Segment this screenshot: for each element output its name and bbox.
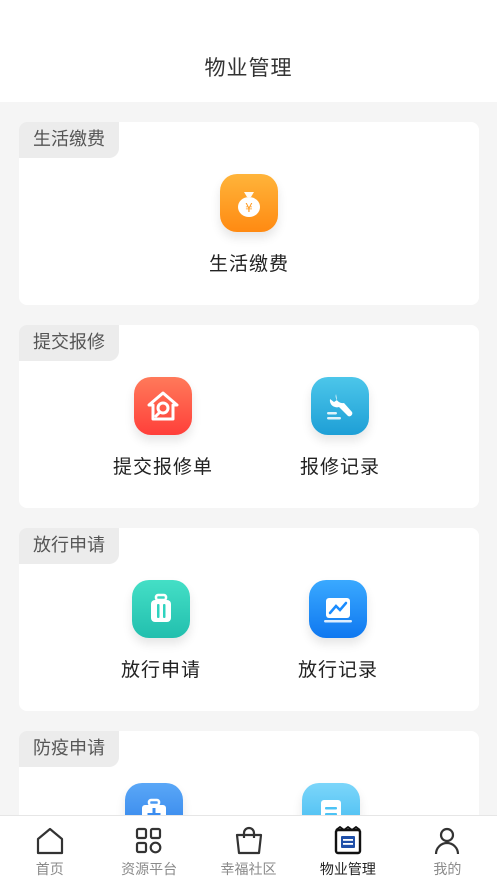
tab-label: 首页	[35, 862, 64, 878]
wrench-list-icon	[311, 377, 369, 435]
tab-property-management[interactable]: 物业管理	[298, 816, 397, 885]
section-tag: 提交报修	[19, 325, 119, 361]
tab-community[interactable]: 幸福社区	[199, 816, 298, 885]
item-label: 报修记录	[299, 456, 380, 478]
svg-text:¥: ¥	[245, 201, 253, 215]
tab-mine[interactable]: 我的	[398, 816, 497, 885]
shopping-bag-icon	[235, 826, 262, 855]
epidemic-record-entry[interactable]	[261, 783, 401, 815]
epidemic-apply-entry[interactable]	[84, 783, 224, 815]
release-apply-entry[interactable]: 放行申请	[91, 580, 231, 682]
grid-apps-icon	[136, 827, 162, 854]
section-card-epidemic: 防疫申请	[19, 731, 479, 815]
top-header: 物业管理	[0, 0, 497, 102]
section-tag: 防疫申请	[19, 731, 119, 767]
repair-record-entry[interactable]: 报修记录	[270, 377, 410, 479]
release-record-icon	[309, 580, 367, 638]
item-label: 放行申请	[120, 659, 201, 681]
section-card-repair: 提交报修 提交报修单 报修记录	[19, 325, 479, 508]
submit-repair-entry[interactable]: 提交报修单	[93, 377, 233, 479]
tab-home[interactable]: 首页	[0, 816, 99, 885]
tab-label: 我的	[433, 862, 462, 878]
main-content[interactable]: 生活缴费 ¥ 生活缴费 提交报修 提交报修单 报修记录 放行申请 放行申请 放行…	[0, 102, 497, 815]
page-title: 物业管理	[204, 56, 293, 80]
living-payment-entry[interactable]: ¥ 生活缴费	[179, 174, 319, 276]
bottom-tab-bar: 首页 资源平台 幸福社区 物业管理 我的	[0, 815, 497, 885]
person-icon	[435, 827, 460, 855]
section-tag: 放行申请	[19, 528, 119, 564]
notepad-icon	[302, 783, 360, 815]
item-label: 提交报修单	[112, 456, 213, 478]
tab-resource-platform[interactable]: 资源平台	[99, 816, 198, 885]
tab-label: 幸福社区	[220, 862, 277, 878]
item-label: 生活缴费	[208, 253, 289, 275]
section-card-release: 放行申请 放行申请 放行记录	[19, 528, 479, 711]
section-tag: 生活缴费	[19, 122, 119, 158]
house-wrench-icon	[134, 377, 192, 435]
release-record-entry[interactable]: 放行记录	[268, 580, 408, 682]
property-doc-icon	[334, 826, 362, 855]
section-card-living-payment: 生活缴费 ¥ 生活缴费	[19, 122, 479, 305]
item-label: 放行记录	[297, 659, 378, 681]
luggage-icon	[132, 580, 190, 638]
medical-kit-icon	[125, 783, 183, 815]
tab-label: 资源平台	[121, 862, 178, 878]
tab-label: 物业管理	[319, 862, 376, 878]
home-icon	[36, 827, 63, 855]
money-bag-icon: ¥	[220, 174, 278, 232]
